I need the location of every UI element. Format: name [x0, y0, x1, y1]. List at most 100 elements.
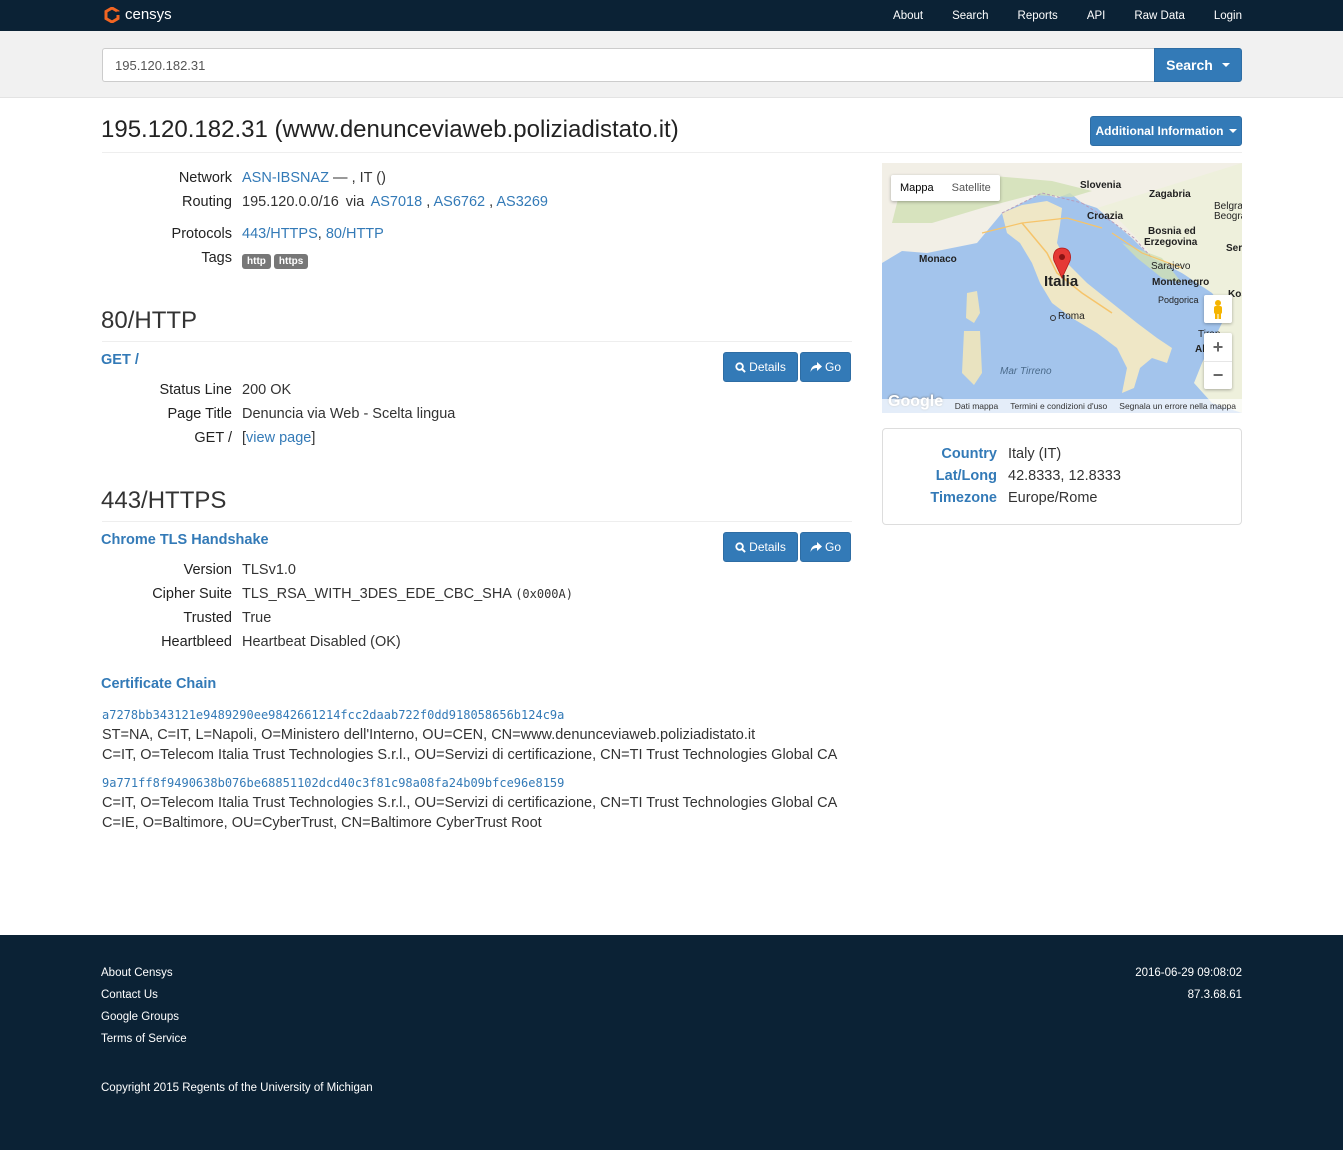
trusted-label: Trusted	[183, 610, 232, 626]
version-label: Version	[183, 562, 232, 578]
map-label-erzegovina: Erzegovina	[1144, 237, 1198, 248]
top-navbar: censys About Search Reports API Raw Data…	[0, 0, 1343, 31]
protocol-link[interactable]: 80/HTTP	[326, 226, 384, 242]
country-value: Italy (IT)	[1008, 446, 1062, 462]
routing-as-link[interactable]: AS3269	[496, 194, 548, 210]
map-label-italia: Italia	[1044, 273, 1079, 290]
map-type-tabs: Mappa Satellite	[891, 175, 1000, 201]
nav-link-about[interactable]: About	[893, 10, 923, 22]
additional-information-label: Additional Information	[1095, 124, 1224, 138]
cipher-suite-label: Cipher Suite	[152, 586, 232, 602]
protocols-label: Protocols	[171, 226, 232, 242]
view-page-link[interactable]: view page	[246, 430, 311, 446]
footer-client-ip: 87.3.68.61	[1187, 989, 1242, 1001]
divider	[102, 152, 1242, 153]
lat-long-label: Lat/Long	[935, 468, 997, 484]
map-tab-mappa[interactable]: Mappa	[891, 175, 943, 201]
network-country: — , IT ()	[329, 170, 386, 186]
footer-link-about[interactable]: About Censys	[101, 967, 173, 979]
lat-long-value: 42.8333, 12.8333	[1008, 468, 1121, 484]
map-label-mar-tirreno: Mar Tirreno	[1000, 366, 1052, 377]
map-zoom-controls: + −	[1204, 333, 1232, 389]
footer-timestamp: 2016-06-29 09:08:02	[1135, 967, 1242, 979]
status-line-value: 200 OK	[242, 382, 292, 398]
map-label-montenegro: Montenegro	[1152, 277, 1210, 288]
page-footer: About Censys Contact Us Google Groups Te…	[0, 935, 1343, 1150]
routing-as-link[interactable]: AS6762	[433, 194, 485, 210]
zoom-in-icon[interactable]: +	[1204, 333, 1232, 361]
footer-link-contact[interactable]: Contact Us	[101, 989, 158, 1001]
street-view-pegman-icon[interactable]	[1204, 295, 1232, 323]
network-label: Network	[178, 170, 232, 186]
map-label-podgorica: Podgorica	[1158, 295, 1199, 305]
search-button-label: Search	[1166, 57, 1213, 73]
network-asn-link[interactable]: ASN-IBSNAZ	[242, 170, 329, 186]
certificate-hash-link[interactable]: a7278bb343121e9489290ee9842661214fcc2daa…	[102, 708, 564, 722]
search-input[interactable]	[102, 48, 1155, 82]
brand-name: censys	[125, 6, 172, 23]
cipher-suite-name: TLS_RSA_WITH_3DES_EDE_CBC_SHA	[242, 586, 512, 602]
share-arrow-icon	[810, 361, 822, 372]
zoom-out-icon[interactable]: −	[1204, 361, 1232, 389]
certificate-issuer: C=IE, O=Baltimore, OU=CyberTrust, CN=Bal…	[102, 815, 542, 831]
heartbleed-label: Heartbleed	[161, 634, 232, 650]
get-label: GET /	[194, 430, 232, 446]
nav-link-login[interactable]: Login	[1214, 10, 1242, 22]
footer-link-terms[interactable]: Terms of Service	[101, 1033, 187, 1045]
map-terms-link[interactable]: Termini e condizioni d'uso	[1010, 401, 1107, 411]
routing-as-link[interactable]: AS7018	[371, 194, 423, 210]
search-button[interactable]: Search	[1154, 48, 1242, 82]
routing-label: Routing	[182, 194, 232, 210]
timezone-value: Europe/Rome	[1008, 490, 1098, 506]
details-label: Details	[749, 360, 786, 374]
nav-link-search[interactable]: Search	[952, 10, 988, 22]
certificate-chain-heading: Certificate Chain	[101, 676, 217, 692]
nav-link-reports[interactable]: Reports	[1018, 10, 1058, 22]
map-tab-satellite[interactable]: Satellite	[943, 175, 1000, 201]
footer-copyright: Copyright 2015 Regents of the University…	[101, 1082, 373, 1094]
map-label-roma: Roma	[1058, 311, 1085, 322]
cipher-suite-code: (0x000A)	[515, 587, 573, 601]
map-label-beograd: Beograd	[1214, 211, 1242, 222]
view-page-value: [view page]	[242, 430, 316, 446]
map-data-link[interactable]: Dati mappa	[955, 401, 998, 411]
location-map[interactable]: Slovenia Zagabria Croazia Bosnia ed Erze…	[882, 163, 1242, 413]
map-label-bosnia: Bosnia ed	[1148, 226, 1196, 237]
map-report-error-link[interactable]: Segnala un errore nella mappa	[1119, 401, 1236, 411]
http-get-heading[interactable]: GET /	[101, 352, 139, 368]
https-section-heading: 443/HTTPS	[101, 487, 227, 514]
cipher-suite-value: TLS_RSA_WITH_3DES_EDE_CBC_SHA (0x000A)	[242, 586, 573, 602]
http-go-button[interactable]: Go	[800, 352, 851, 382]
go-label: Go	[824, 360, 841, 374]
censys-logo-icon	[104, 6, 120, 23]
map-label-slovenia: Slovenia	[1080, 180, 1122, 191]
additional-information-button[interactable]: Additional Information	[1090, 116, 1242, 146]
https-go-button[interactable]: Go	[800, 532, 851, 562]
divider	[102, 341, 852, 342]
http-details-button[interactable]: Details	[723, 352, 798, 382]
page-title-value: Denuncia via Web - Scelta lingua	[242, 406, 456, 422]
nav-link-api[interactable]: API	[1087, 10, 1106, 22]
network-value: ASN-IBSNAZ — , IT ()	[242, 170, 386, 186]
protocol-link[interactable]: 443/HTTPS	[242, 226, 318, 242]
brand-logo[interactable]: censys	[104, 6, 172, 23]
routing-via: via	[345, 194, 365, 210]
footer-link-google-groups[interactable]: Google Groups	[101, 1011, 179, 1023]
country-label: Country	[941, 446, 997, 462]
https-details-button[interactable]: Details	[723, 532, 798, 562]
tag-badge[interactable]: http	[242, 254, 271, 269]
certificate-subject: ST=NA, C=IT, L=Napoli, O=Ministero dell'…	[102, 727, 756, 743]
map-label-croazia: Croazia	[1087, 211, 1124, 222]
tls-handshake-heading[interactable]: Chrome TLS Handshake	[101, 532, 269, 548]
routing-value: 195.120.0.0/16 via AS7018 , AS6762 , AS3…	[242, 194, 548, 210]
tag-badge[interactable]: https	[273, 254, 309, 269]
details-label: Details	[749, 540, 786, 554]
protocols-value: 443/HTTPS, 80/HTTP	[242, 226, 384, 242]
certificate-hash-link[interactable]: 9a771ff8f9490638b076be68851102dcd40c3f81…	[102, 776, 564, 790]
go-label: Go	[824, 540, 841, 554]
trusted-value: True	[242, 610, 272, 626]
caret-down-icon	[1221, 63, 1230, 67]
nav-link-raw-data[interactable]: Raw Data	[1134, 10, 1185, 22]
certificate-issuer: C=IT, O=Telecom Italia Trust Technologie…	[102, 747, 838, 763]
map-footer: Dati mappa Termini e condizioni d'uso Se…	[882, 399, 1242, 413]
